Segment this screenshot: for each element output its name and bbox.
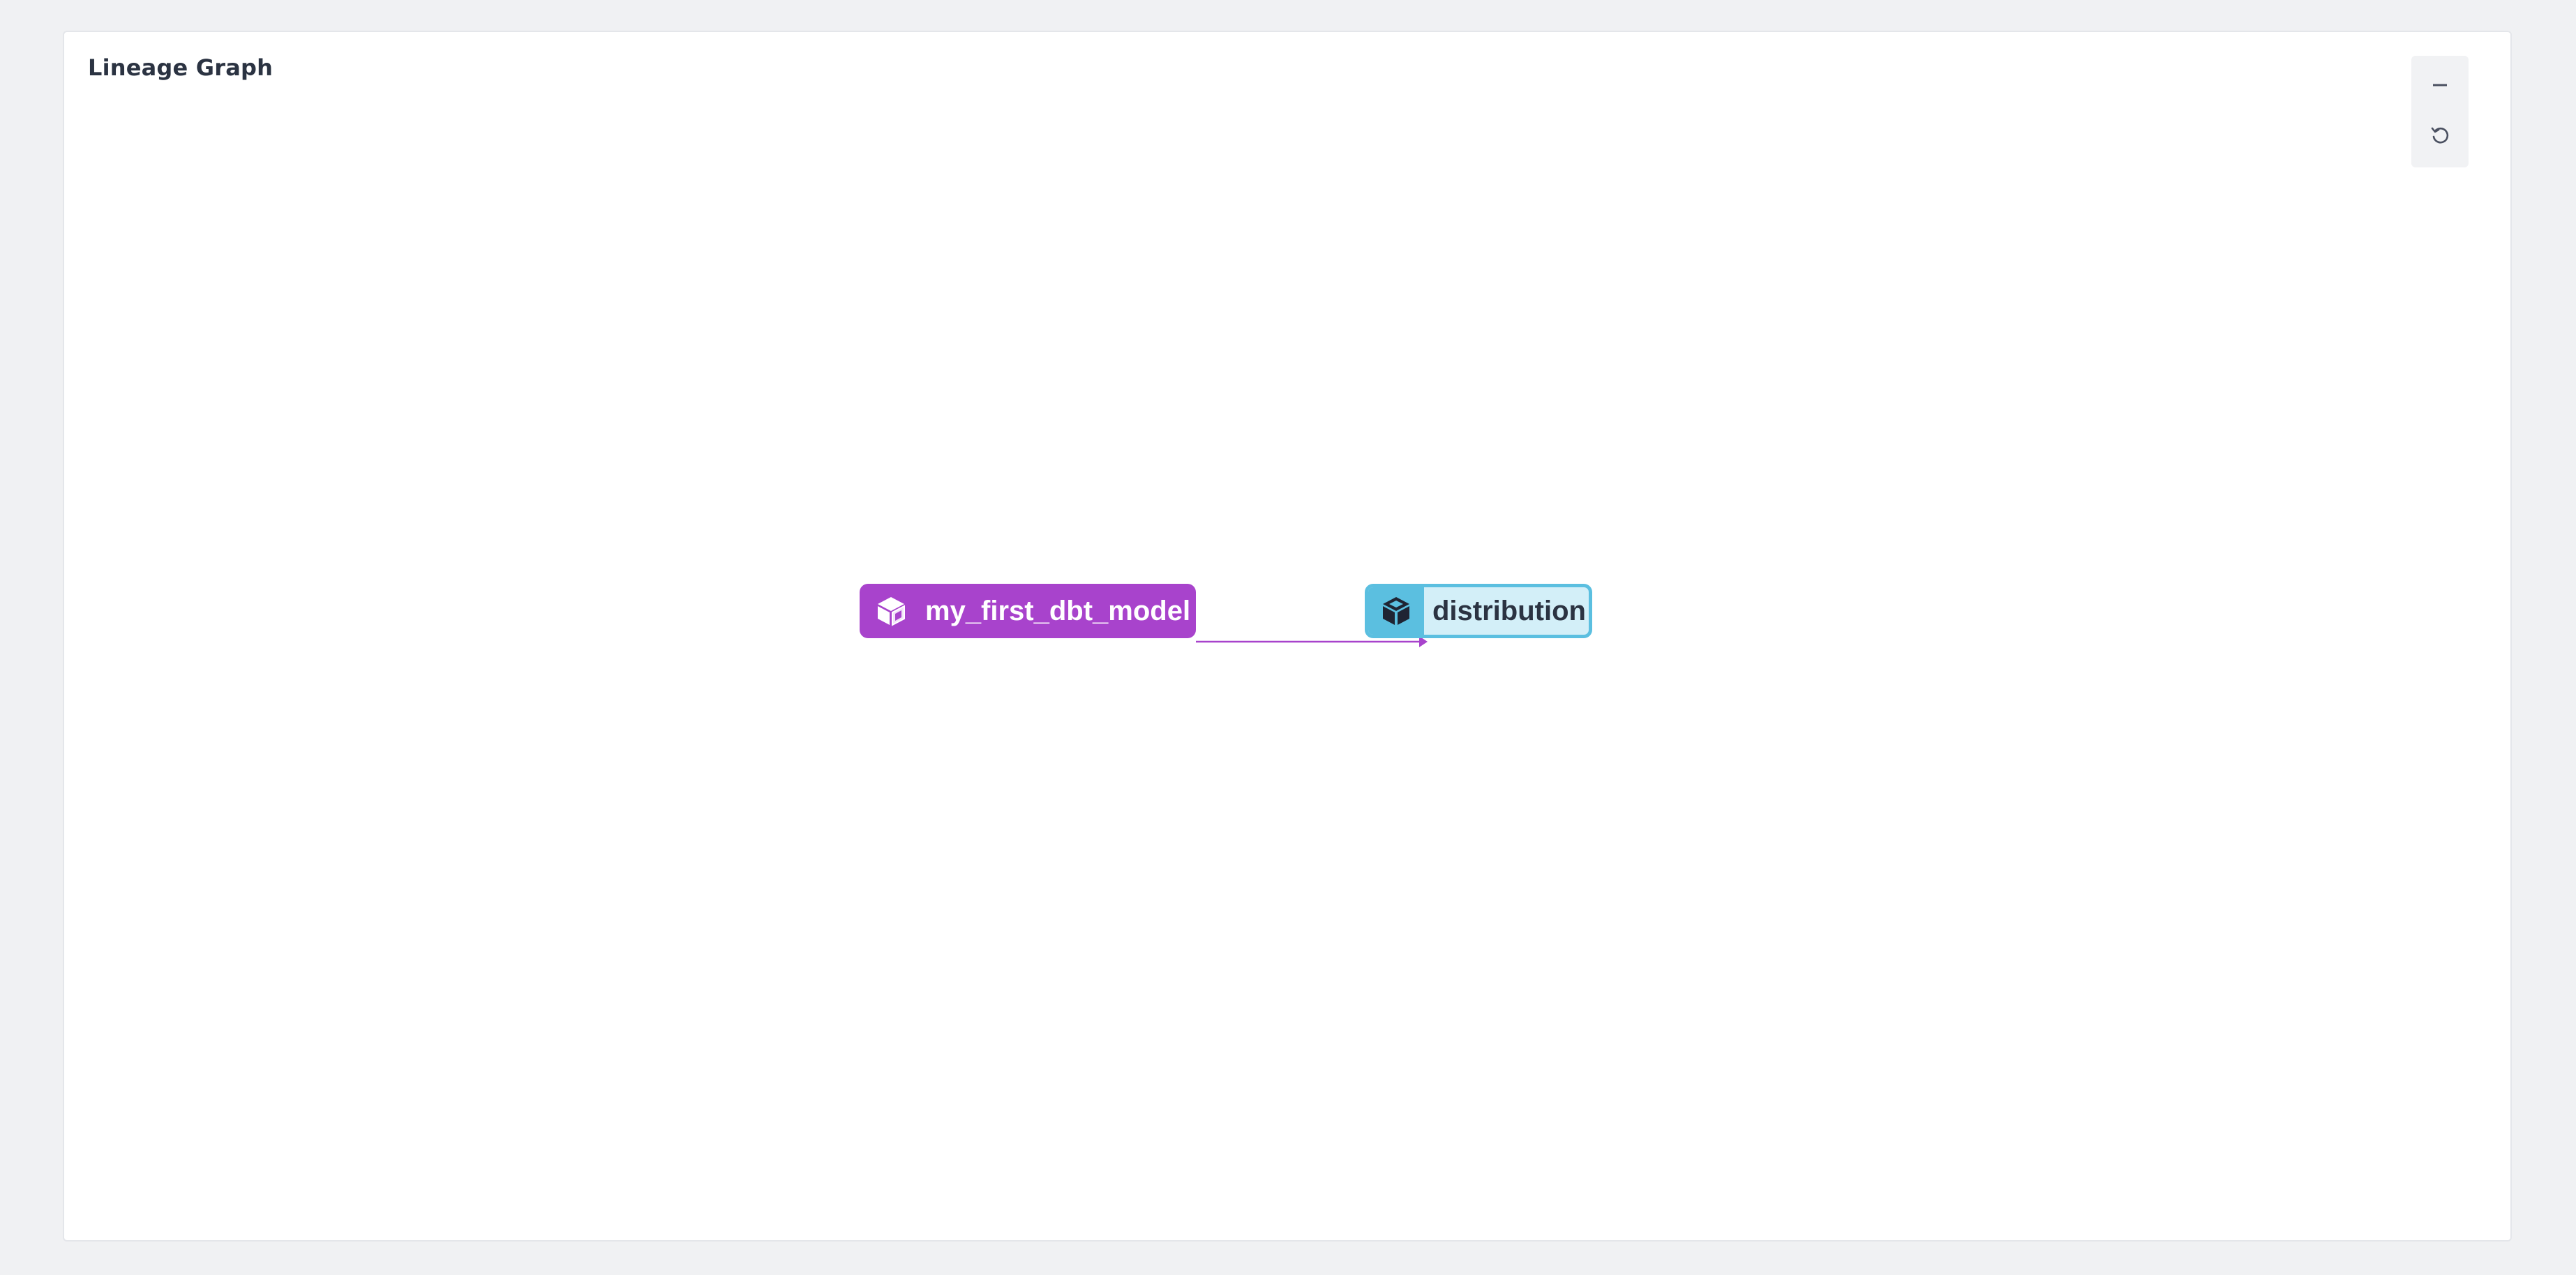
cube-icon [1368, 587, 1424, 635]
node-label: distribution [1432, 595, 1586, 626]
graph-edges [1196, 636, 1428, 647]
node-distribution[interactable]: distribution [1365, 584, 1592, 638]
cube-icon [860, 584, 922, 638]
node-my-first-dbt-model[interactable]: my_first_dbt_model [860, 584, 1196, 638]
node-label: my_first_dbt_model [925, 595, 1191, 626]
lineage-graph-canvas[interactable]: my_first_dbt_model distribution [0, 0, 2576, 1275]
